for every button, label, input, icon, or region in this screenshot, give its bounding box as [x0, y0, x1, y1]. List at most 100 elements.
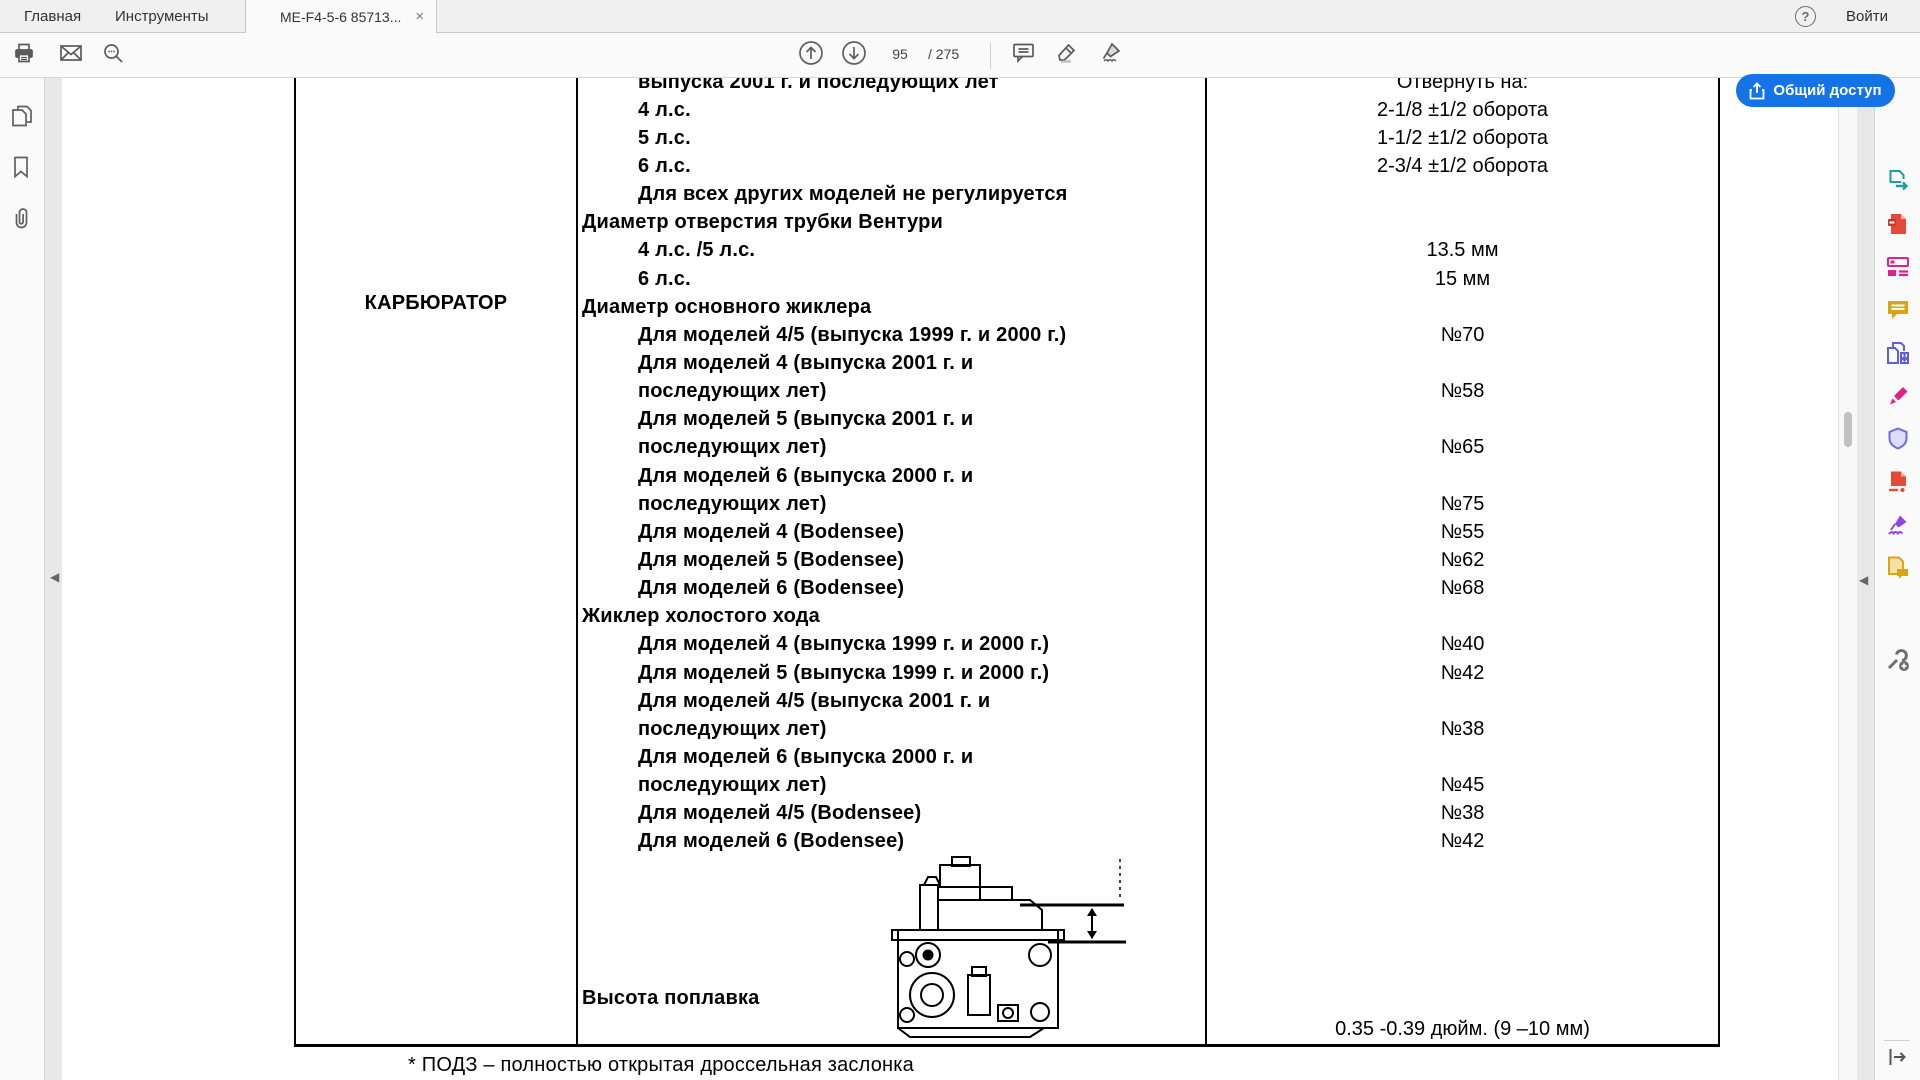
next-page-icon[interactable] [841, 40, 867, 66]
email-icon[interactable] [58, 42, 84, 64]
spec-label: Для моделей 4 (выпуска 1999 г. и 2000 г.… [578, 633, 1205, 656]
help-icon[interactable]: ? [1795, 6, 1816, 27]
ink-sign-icon[interactable] [1885, 512, 1911, 538]
table-row: 5 л.с.1-1/2 ±1/2 оборота [578, 124, 1718, 152]
add-tools-icon[interactable] [1884, 645, 1912, 671]
spec-label: Для моделей 4/5 (выпуска 1999 г. и 2000 … [578, 324, 1205, 347]
spec-value: №45 [1207, 774, 1718, 797]
spec-value: №68 [1207, 577, 1718, 600]
spec-label: Для моделей 6 (Bodensee) [578, 830, 1205, 853]
print-icon[interactable] [12, 41, 36, 65]
table-row: Для моделей 6 (Bodensee)№42 [578, 828, 1718, 856]
float-height-label: Высота поплавка [582, 987, 759, 1010]
table-row: Для моделей 4 (выпуска 1999 г. и 2000 г.… [578, 631, 1718, 659]
signin-link[interactable]: Войти [1846, 0, 1888, 33]
spec-label: Для моделей 4 (выпуска 2001 г. и [578, 352, 1205, 375]
expand-panel-icon[interactable] [1886, 1046, 1908, 1073]
edit-pdf-icon[interactable] [1885, 254, 1911, 280]
spec-value: №75 [1207, 493, 1718, 516]
comment-icon[interactable] [1011, 40, 1036, 65]
bookmarks-icon[interactable] [10, 154, 34, 185]
spec-value: №38 [1207, 718, 1718, 741]
spec-label: последующих лет) [578, 436, 1205, 459]
section-title: КАРБЮРАТОР [296, 292, 576, 315]
spec-label: Для моделей 5 (выпуска 1999 г. и 2000 г.… [578, 662, 1205, 685]
export-pdf-icon[interactable] [1885, 168, 1911, 194]
request-sign-icon[interactable] [1885, 555, 1911, 581]
table-row: Для моделей 4/5 (выпуска 2001 г. и [578, 687, 1718, 715]
spec-label: последующих лет) [578, 380, 1205, 403]
spec-label: последующих лет) [578, 774, 1205, 797]
tab-home[interactable]: Главная [24, 0, 81, 33]
table-row: Диаметр основного жиклера [578, 293, 1718, 321]
table-row: Для моделей 4/5 (Bodensee)№38 [578, 800, 1718, 828]
spec-label: 4 л.с. [578, 99, 1205, 122]
spec-value: №40 [1207, 633, 1718, 656]
page-thumbnails-icon[interactable] [10, 103, 34, 134]
table-row: 4 л.с.2-1/8 ±1/2 оборота [578, 96, 1718, 124]
highlight-icon[interactable] [1054, 40, 1079, 65]
spec-value: №58 [1207, 380, 1718, 403]
carburetor-drawing [880, 855, 1132, 1045]
spec-value: 13.5 мм [1207, 239, 1718, 262]
share-button[interactable]: Общий доступ [1736, 74, 1895, 107]
toolbar-divider [990, 42, 991, 69]
spec-value: 2-1/8 ±1/2 оборота [1207, 99, 1718, 122]
spec-label: 5 л.с. [578, 127, 1205, 150]
search-tools-icon[interactable] [101, 41, 125, 65]
table-row: Для моделей 6 (выпуска 2000 г. и [578, 462, 1718, 490]
share-button-label: Общий доступ [1773, 82, 1881, 99]
comment-tool-icon[interactable] [1885, 297, 1911, 323]
tab-tools[interactable]: Инструменты [115, 0, 209, 33]
spec-label: 4 л.с. /5 л.с. [578, 239, 1205, 262]
spec-table: КАРБЮРАТОР выпуска 2001 г. и последующих… [294, 78, 1720, 1047]
previous-page-icon[interactable] [798, 40, 824, 66]
table-row: последующих лет)№65 [578, 434, 1718, 462]
create-pdf-icon[interactable] [1885, 211, 1911, 237]
protect-icon[interactable] [1885, 426, 1911, 452]
page-count-label: / 275 [928, 33, 959, 78]
table-row: 6 л.с.2-3/4 ±1/2 оборота [578, 152, 1718, 180]
spec-value: 1-1/2 ±1/2 оборота [1207, 127, 1718, 150]
table-row: Для моделей 5 (выпуска 2001 г. и [578, 406, 1718, 434]
spec-label: Для моделей 4/5 (Bodensee) [578, 802, 1205, 825]
table-row: Жиклер холостого хода [578, 603, 1718, 631]
scrollbar[interactable] [1838, 78, 1857, 1080]
table-row: Для моделей 6 (Bodensee)№68 [578, 575, 1718, 603]
spec-label: Для всех других моделей не регулируется [578, 183, 1205, 206]
share-icon [1749, 82, 1765, 100]
table-row: 4 л.с. /5 л.с.13.5 мм [578, 237, 1718, 265]
table-row: Для моделей 6 (выпуска 2000 г. и [578, 743, 1718, 771]
footnote: * ПОДЗ – полностью открытая дроссельная … [408, 1054, 914, 1077]
tab-document[interactable]: ME-F4-5-6 85713... × [245, 0, 437, 33]
spec-label: Для моделей 5 (выпуска 2001 г. и [578, 408, 1205, 431]
spec-label: 6 л.с. [578, 155, 1205, 178]
table-row: Для всех других моделей не регулируется [578, 181, 1718, 209]
table-row: последующих лет)№38 [578, 715, 1718, 743]
table-row: Для моделей 4/5 (выпуска 1999 г. и 2000 … [578, 321, 1718, 349]
table-row: Для моделей 5 (выпуска 1999 г. и 2000 г.… [578, 659, 1718, 687]
table-row: последующих лет)№75 [578, 490, 1718, 518]
combine-files-icon[interactable] [1885, 340, 1911, 366]
tab-bar: Главная Инструменты ME-F4-5-6 85713... ×… [0, 0, 1920, 33]
spec-value: №70 [1207, 324, 1718, 347]
spec-value: №42 [1207, 830, 1718, 853]
spec-label: 6 л.с. [578, 268, 1205, 291]
page-number-input[interactable]: 95 [884, 33, 916, 78]
table-row: последующих лет)№58 [578, 378, 1718, 406]
spec-label: Для моделей 6 (выпуска 2000 г. и [578, 465, 1205, 488]
spec-value: Отвернуть на: [1207, 78, 1718, 94]
close-icon[interactable]: × [415, 9, 424, 24]
spec-value: №62 [1207, 549, 1718, 572]
compress-pdf-icon[interactable] [1885, 469, 1911, 495]
fill-sign-icon[interactable] [1885, 383, 1911, 409]
collapse-left-panel-icon[interactable]: ◀ [50, 570, 59, 584]
sign-icon[interactable] [1098, 40, 1124, 66]
spec-label: Для моделей 6 (выпуска 2000 г. и [578, 746, 1205, 769]
attachments-icon[interactable] [10, 205, 34, 236]
collapse-right-panel-icon[interactable]: ◀ [1859, 573, 1868, 587]
tools-panel-rail [1874, 78, 1920, 1080]
spec-label: Диаметр отверстия трубки Вентури [578, 211, 1205, 234]
table-row: Для моделей 4 (Bodensee)№55 [578, 518, 1718, 546]
scrollbar-thumb[interactable] [1844, 412, 1852, 447]
